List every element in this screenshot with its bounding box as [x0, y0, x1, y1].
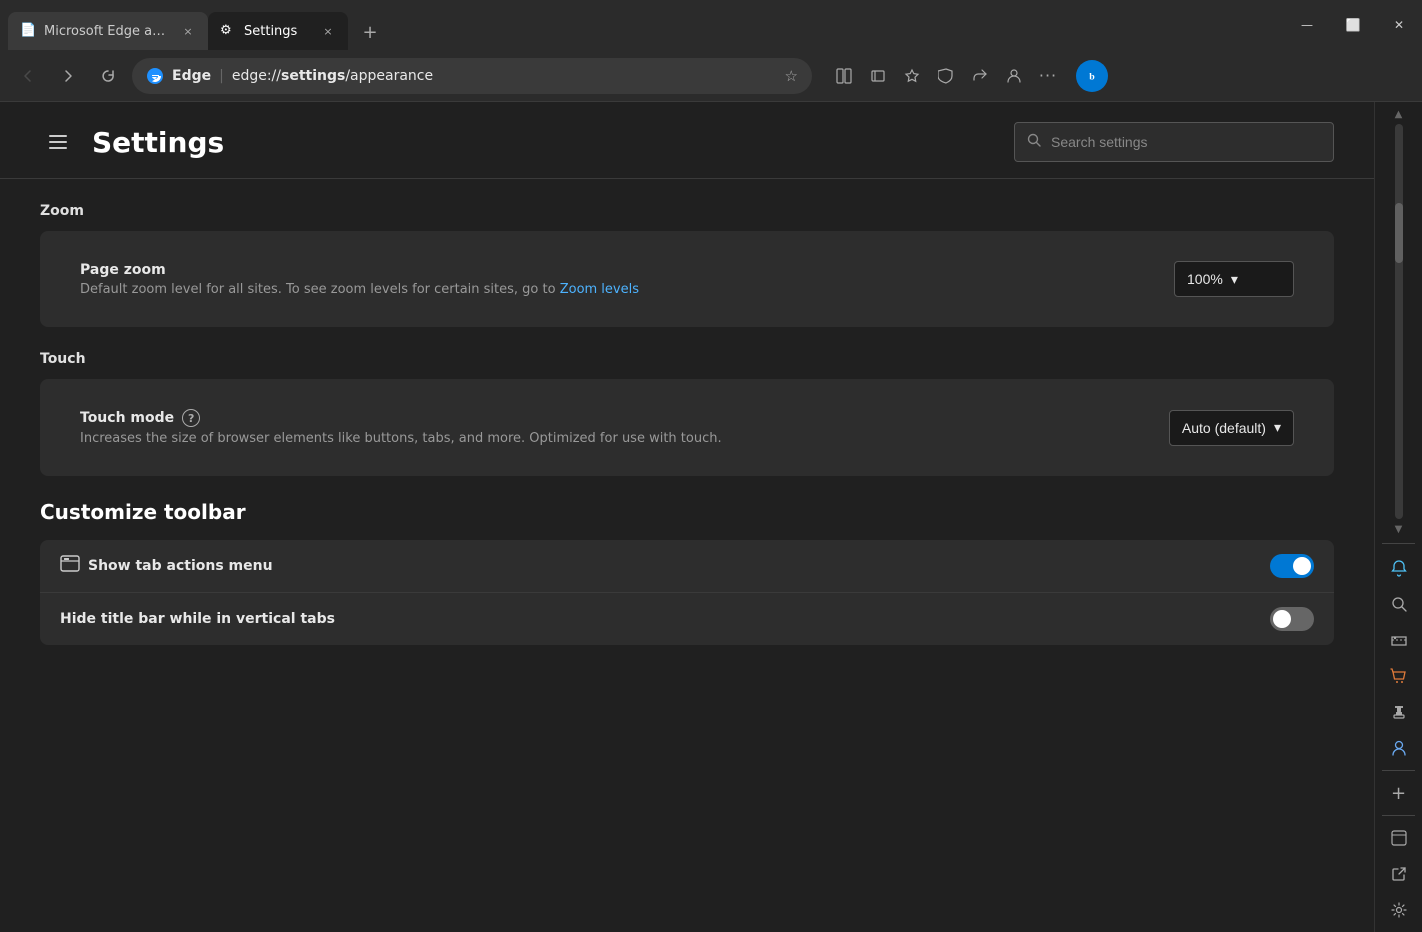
- address-bar[interactable]: Edge | edge://settings/appearance ☆: [132, 58, 812, 94]
- tab-settings-title: Settings: [244, 24, 312, 39]
- zoom-levels-link[interactable]: Zoom levels: [560, 282, 639, 297]
- touch-card: Touch mode ? Increases the size of brows…: [40, 379, 1334, 476]
- search-input[interactable]: [1051, 134, 1321, 150]
- address-edge-label: Edge: [172, 68, 211, 84]
- show-tab-actions-thumb: [1293, 557, 1311, 575]
- settings-sidebar-icon[interactable]: [1381, 892, 1417, 928]
- titlebar: 📄 Microsoft Edge accidentall × ⚙ Setting…: [0, 0, 1422, 50]
- search-settings-box[interactable]: [1014, 122, 1334, 162]
- edge-logo-icon: [146, 67, 164, 85]
- notification-sidebar-icon[interactable]: [1381, 550, 1417, 586]
- address-divider: |: [219, 68, 224, 84]
- page-zoom-info: Page zoom Default zoom level for all sit…: [80, 262, 639, 297]
- scroll-down-button[interactable]: ▼: [1375, 521, 1422, 537]
- titlebar-controls: — ⬜ ✕: [1284, 0, 1422, 50]
- back-button[interactable]: [12, 60, 44, 92]
- bing-button[interactable]: b: [1076, 60, 1108, 92]
- tab-edge-icon: 📄: [20, 23, 36, 39]
- close-button[interactable]: ✕: [1376, 0, 1422, 50]
- scrollbar-area: ▲ ▼ +: [1375, 102, 1422, 932]
- splitscreen-icon[interactable]: [828, 60, 860, 92]
- zoom-section-title: Zoom: [40, 203, 1334, 219]
- window-sidebar-icon[interactable]: [1381, 820, 1417, 856]
- page-zoom-value: 100%: [1187, 271, 1223, 287]
- new-tab-button[interactable]: +: [352, 14, 388, 50]
- page-title: Settings: [92, 126, 224, 159]
- addressbar: Edge | edge://settings/appearance ☆ ··· …: [0, 50, 1422, 102]
- settings-title-area: Settings: [40, 124, 224, 160]
- scroll-up-button[interactable]: ▲: [1375, 106, 1422, 122]
- tab-actions-icon: [60, 554, 80, 578]
- hide-title-bar-toggle[interactable]: [1270, 607, 1314, 631]
- sidebar-divider-3: [1382, 815, 1415, 816]
- touch-mode-title: Touch mode ?: [80, 409, 722, 427]
- refresh-button[interactable]: [92, 60, 124, 92]
- search-icon: [1027, 133, 1041, 151]
- scroll-track: [1395, 124, 1403, 519]
- favorites-icon[interactable]: [896, 60, 928, 92]
- settings-header: Settings: [0, 102, 1374, 178]
- zoom-card: Page zoom Default zoom level for all sit…: [40, 231, 1334, 327]
- touch-mode-info: Touch mode ? Increases the size of brows…: [80, 409, 722, 446]
- forward-button[interactable]: [52, 60, 84, 92]
- svg-text:b: b: [1089, 71, 1095, 82]
- tab-settings-close[interactable]: ×: [320, 23, 336, 39]
- customize-toolbar-card: Show tab actions menu Hide title bar whi…: [40, 540, 1334, 645]
- touch-mode-help-icon[interactable]: ?: [182, 409, 200, 427]
- show-tab-actions-title: Show tab actions menu: [60, 554, 273, 578]
- tab-settings-icon: ⚙: [220, 23, 236, 39]
- right-panel: ▲ ▼ +: [1374, 102, 1422, 932]
- touch-mode-value: Auto (default): [1182, 420, 1266, 436]
- add-sidebar-icon[interactable]: +: [1381, 775, 1417, 811]
- chess-sidebar-icon[interactable]: [1381, 694, 1417, 730]
- external-link-sidebar-icon[interactable]: [1381, 856, 1417, 892]
- address-url: edge://settings/appearance: [232, 68, 433, 84]
- sidebar-divider-2: [1382, 770, 1415, 771]
- tab-group: 📄 Microsoft Edge accidentall × ⚙ Setting…: [0, 0, 388, 50]
- touch-section-title: Touch: [40, 351, 1334, 367]
- touch-mode-row: Touch mode ? Increases the size of brows…: [60, 395, 1314, 460]
- page-zoom-row: Page zoom Default zoom level for all sit…: [60, 247, 1314, 311]
- collections-icon[interactable]: [862, 60, 894, 92]
- scroll-thumb[interactable]: [1395, 203, 1403, 263]
- sidebar-divider: [1382, 543, 1415, 544]
- maximize-button[interactable]: ⬜: [1330, 0, 1376, 50]
- toolbar-icons: ···: [828, 60, 1064, 92]
- page-zoom-dropdown[interactable]: 100% ▾: [1174, 261, 1294, 297]
- page-zoom-desc: Default zoom level for all sites. To see…: [80, 282, 639, 297]
- titlebar-left: 📄 Microsoft Edge accidentall × ⚙ Setting…: [0, 0, 1284, 50]
- hide-title-bar-row: Hide title bar while in vertical tabs: [40, 592, 1334, 645]
- page-zoom-title: Page zoom: [80, 262, 639, 278]
- touch-mode-dropdown[interactable]: Auto (default) ▾: [1169, 410, 1294, 446]
- page-zoom-chevron: ▾: [1231, 271, 1238, 288]
- shopping-sidebar-icon[interactable]: [1381, 658, 1417, 694]
- share-icon[interactable]: [964, 60, 996, 92]
- touch-mode-chevron: ▾: [1274, 419, 1281, 436]
- tab-settings[interactable]: ⚙ Settings ×: [208, 12, 348, 50]
- magnify-sidebar-icon[interactable]: [1381, 586, 1417, 622]
- settings-scroll-area[interactable]: Zoom Page zoom Default zoom level for al…: [0, 179, 1374, 932]
- touch-mode-desc: Increases the size of browser elements l…: [80, 431, 722, 446]
- show-tab-actions-toggle[interactable]: [1270, 554, 1314, 578]
- coupon-sidebar-icon[interactable]: [1381, 622, 1417, 658]
- tab-edge[interactable]: 📄 Microsoft Edge accidentall ×: [8, 12, 208, 50]
- hide-title-bar-title: Hide title bar while in vertical tabs: [60, 611, 335, 627]
- customize-toolbar-section-title: Customize toolbar: [40, 500, 1334, 524]
- show-tab-actions-row: Show tab actions menu: [40, 540, 1334, 592]
- more-options-icon[interactable]: ···: [1032, 60, 1064, 92]
- profile-icon[interactable]: [998, 60, 1030, 92]
- tab-edge-title: Microsoft Edge accidentall: [44, 24, 172, 39]
- hamburger-line-1: [49, 135, 67, 137]
- minimize-button[interactable]: —: [1284, 0, 1330, 50]
- user-sidebar-icon[interactable]: [1381, 730, 1417, 766]
- tab-edge-close[interactable]: ×: [180, 23, 196, 39]
- shield-icon[interactable]: [930, 60, 962, 92]
- hamburger-line-2: [49, 141, 67, 143]
- hamburger-line-3: [49, 147, 67, 149]
- bookmark-icon[interactable]: ☆: [785, 67, 798, 85]
- hamburger-button[interactable]: [40, 124, 76, 160]
- content-area: Settings Zoom Page zoom Default zoom le: [0, 102, 1374, 932]
- main-layout: Settings Zoom Page zoom Default zoom le: [0, 102, 1422, 932]
- hide-title-bar-thumb: [1273, 610, 1291, 628]
